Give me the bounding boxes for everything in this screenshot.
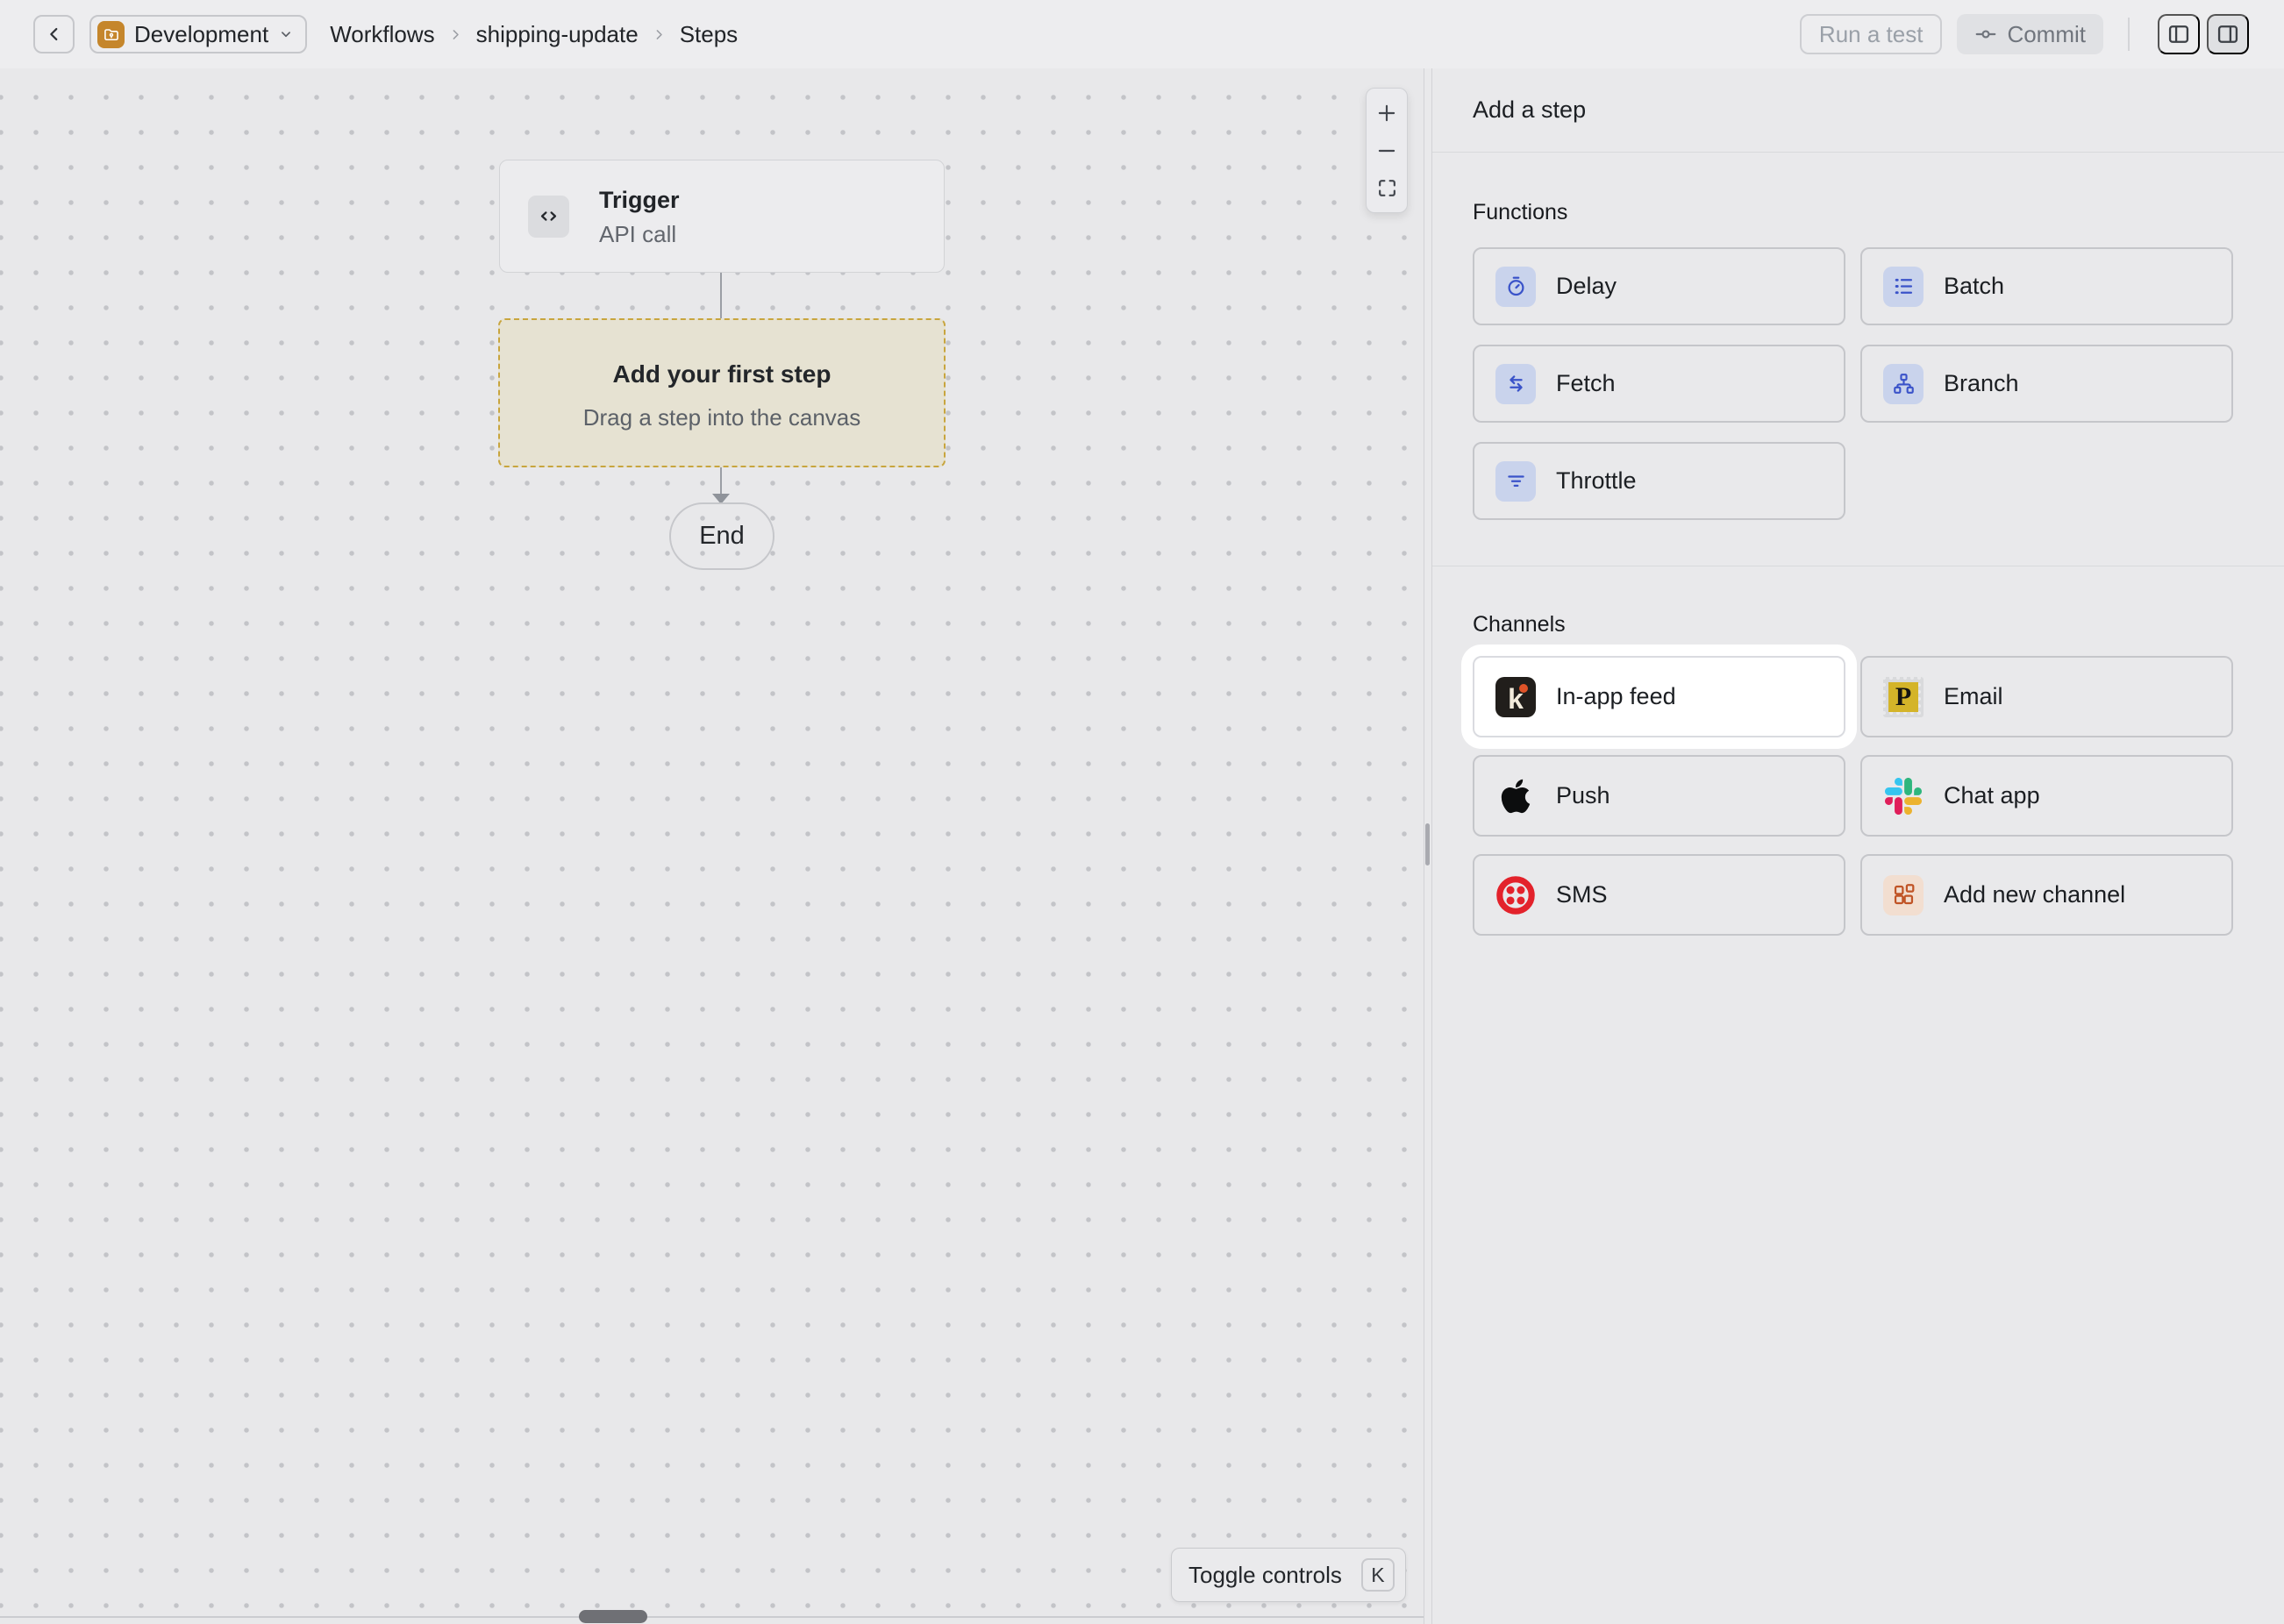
code-icon — [528, 196, 569, 238]
batch-icon — [1883, 267, 1924, 307]
add-channel-icon — [1883, 875, 1924, 915]
postmark-icon: P — [1883, 677, 1924, 717]
zoom-controls — [1366, 88, 1408, 213]
twilio-icon — [1495, 875, 1536, 915]
channels-grid: k In-app feed P Email Push — [1473, 656, 2233, 936]
environment-label: Development — [134, 21, 268, 48]
panel-body: Functions Delay Batch — [1432, 153, 2284, 936]
step-card-in-app-feed[interactable]: k In-app feed — [1473, 656, 1845, 737]
canvas-scroll-gutter — [1424, 68, 1431, 1624]
slack-icon — [1883, 776, 1924, 816]
fit-view-button[interactable] — [1369, 172, 1404, 205]
step-card-fetch[interactable]: Fetch — [1473, 345, 1845, 423]
horizontal-scrollbar-track — [0, 1616, 1424, 1618]
step-card-delay[interactable]: Delay — [1473, 247, 1845, 325]
panel-right-icon — [2216, 22, 2240, 46]
connector-line — [720, 467, 722, 495]
keyboard-shortcut-badge: K — [1361, 1558, 1395, 1592]
chevron-left-icon — [45, 25, 64, 44]
breadcrumb-separator-icon — [652, 27, 667, 42]
panel-header: Add a step — [1432, 68, 2284, 153]
functions-section-label: Functions — [1473, 200, 2233, 225]
dropzone-title: Add your first step — [613, 360, 832, 388]
toggle-controls-button[interactable]: Toggle controls K — [1171, 1548, 1406, 1602]
panel-title: Add a step — [1473, 96, 1586, 124]
back-button[interactable] — [33, 15, 75, 53]
vertical-scrollbar-thumb[interactable] — [1425, 823, 1430, 865]
end-node: End — [669, 502, 774, 570]
add-step-panel: Add a step Functions Delay Batch — [1431, 68, 2284, 1624]
main-area: Trigger API call Add your first step Dra… — [0, 68, 2284, 1624]
step-card-throttle[interactable]: Throttle — [1473, 442, 1845, 520]
zoom-in-button[interactable] — [1369, 96, 1404, 130]
add-new-channel-button[interactable]: Add new channel — [1860, 854, 2233, 936]
minus-icon — [1375, 139, 1398, 162]
functions-grid: Delay Batch Fetch — [1473, 247, 2233, 520]
toggle-left-panel-button[interactable] — [2158, 14, 2200, 54]
toggle-right-panel-button[interactable] — [2207, 14, 2249, 54]
zoom-out-button[interactable] — [1369, 134, 1404, 167]
chevron-down-icon — [278, 26, 294, 42]
breadcrumb-separator-icon — [448, 27, 463, 42]
plus-icon — [1375, 102, 1398, 125]
topbar-divider — [2128, 18, 2130, 51]
connector-line — [720, 273, 722, 318]
environment-selector[interactable]: Development — [89, 15, 307, 53]
workflow-canvas[interactable]: Trigger API call Add your first step Dra… — [0, 68, 1424, 1624]
first-step-dropzone[interactable]: Add your first step Drag a step into the… — [498, 318, 946, 467]
branch-icon — [1883, 364, 1924, 404]
apple-icon — [1495, 776, 1536, 816]
step-card-batch[interactable]: Batch — [1860, 247, 2233, 325]
panel-left-icon — [2166, 22, 2191, 46]
breadcrumb: Workflows shipping-update Steps — [330, 21, 738, 48]
commit-icon — [1974, 23, 1997, 46]
breadcrumb-current-steps: Steps — [680, 21, 739, 48]
trigger-node[interactable]: Trigger API call — [499, 160, 945, 273]
fetch-icon — [1495, 364, 1536, 404]
throttle-icon — [1495, 461, 1536, 502]
step-card-push[interactable]: Push — [1473, 755, 1845, 837]
commit-button[interactable]: Commit — [1957, 14, 2103, 54]
horizontal-scrollbar-thumb[interactable] — [579, 1610, 647, 1623]
breadcrumb-workflow-name[interactable]: shipping-update — [476, 21, 639, 48]
knock-icon: k — [1495, 677, 1536, 717]
step-card-email[interactable]: P Email — [1860, 656, 2233, 737]
trigger-title: Trigger — [599, 185, 680, 215]
channels-section-label: Channels — [1473, 612, 2233, 637]
top-bar: Development Workflows shipping-update St… — [0, 0, 2284, 68]
fit-view-icon — [1376, 177, 1398, 199]
breadcrumb-workflows[interactable]: Workflows — [330, 21, 434, 48]
run-test-button[interactable]: Run a test — [1800, 14, 1943, 54]
toggle-controls-label: Toggle controls — [1188, 1562, 1342, 1589]
step-card-sms[interactable]: SMS — [1473, 854, 1845, 936]
delay-icon — [1495, 267, 1536, 307]
commit-label: Commit — [2007, 21, 2086, 48]
trigger-subtitle: API call — [599, 220, 680, 248]
step-card-chat-app[interactable]: Chat app — [1860, 755, 2233, 837]
dropzone-subtitle: Drag a step into the canvas — [583, 404, 861, 431]
environment-folder-icon — [97, 21, 125, 48]
step-card-branch[interactable]: Branch — [1860, 345, 2233, 423]
